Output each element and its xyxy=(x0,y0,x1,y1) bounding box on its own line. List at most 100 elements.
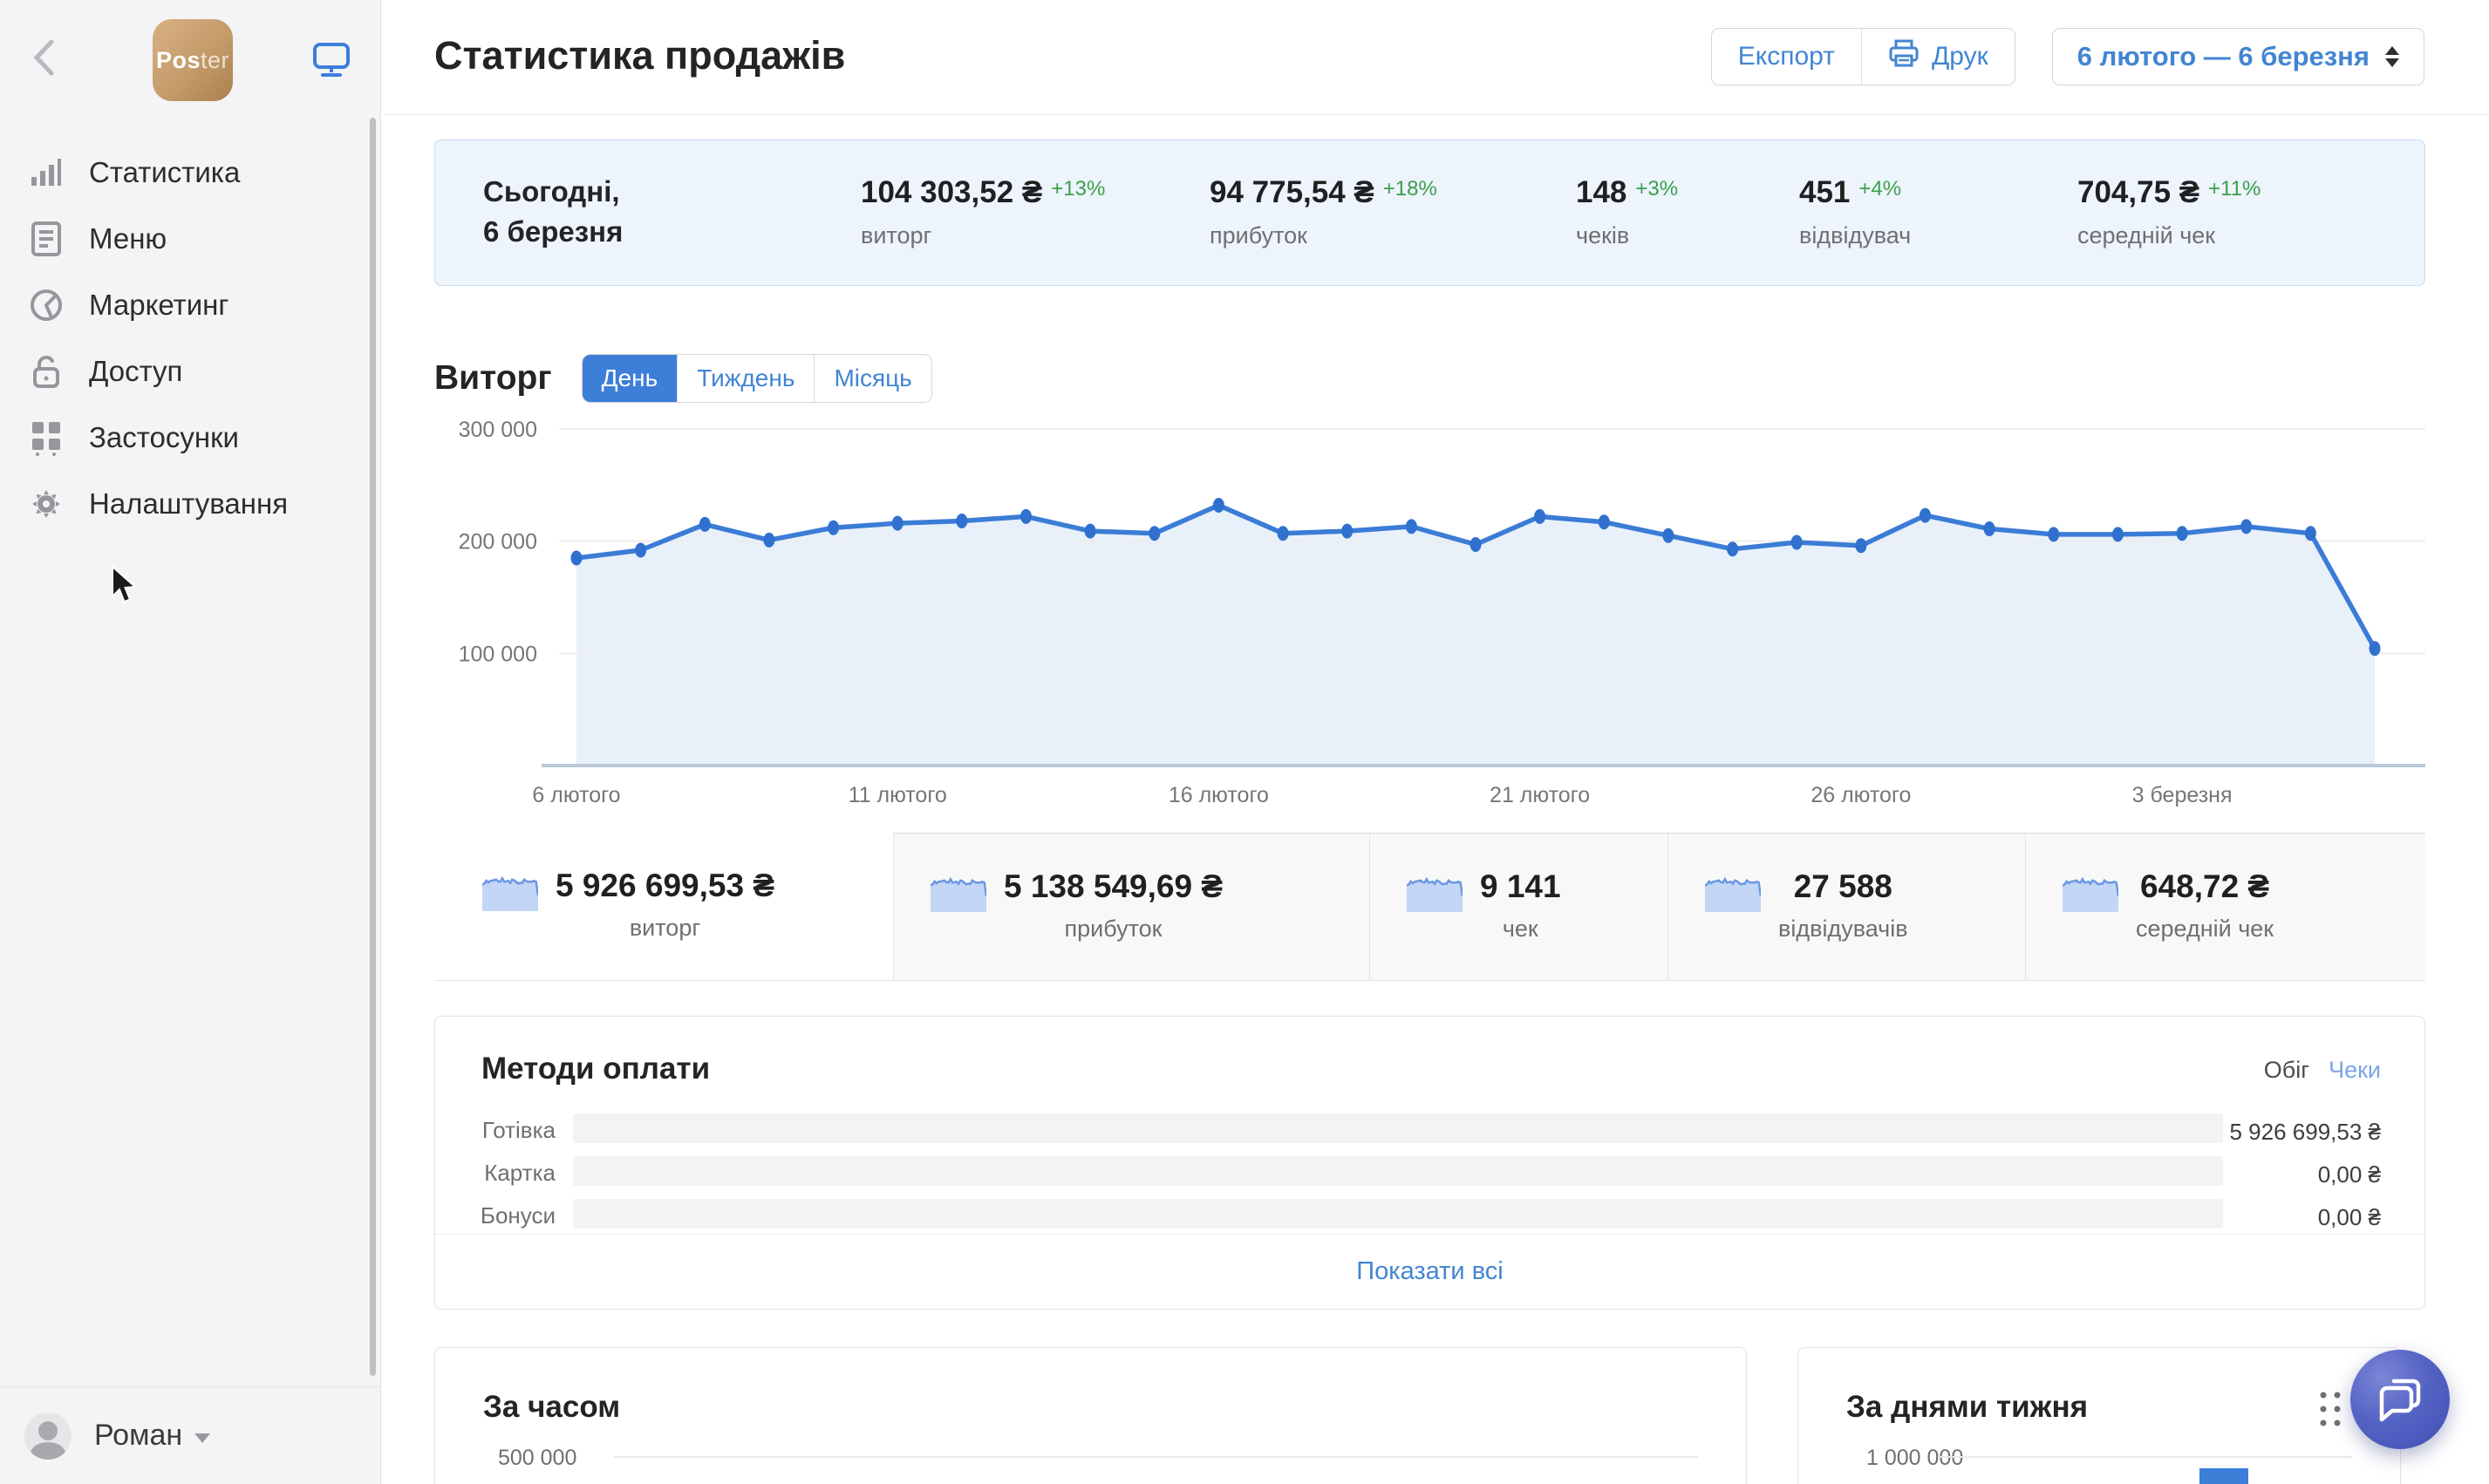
sidebar-item-statistics[interactable]: Статистика xyxy=(0,140,379,206)
show-all-link[interactable]: Показати всі xyxy=(435,1234,2424,1309)
revenue-chart-header: Виторг День Тиждень Місяць xyxy=(434,354,932,403)
today-metric-receipts: 148 +3% чеків xyxy=(1576,175,1678,249)
sparkline-icon xyxy=(1705,870,1761,914)
today-heading: Сьогодні, 6 березня xyxy=(483,172,623,252)
summary-card-revenue[interactable]: 5 926 699,53 ₴ виторг xyxy=(434,833,893,980)
metric-value: 148 xyxy=(1576,175,1626,210)
today-metric-visitors: 451+4% відвідувач xyxy=(1799,175,1911,249)
metric-delta: +18% xyxy=(1383,177,1437,201)
sidebar-item-settings[interactable]: Налаштування xyxy=(0,471,379,537)
sidebar-item-apps[interactable]: Застосунки xyxy=(0,405,379,471)
export-print-group: Експорт Друк xyxy=(1711,28,2015,85)
svg-text:21 лютого: 21 лютого xyxy=(1490,783,1590,807)
drag-handle-icon[interactable] xyxy=(2318,1390,2342,1434)
metric-value: 94 775,54 ₴ xyxy=(1210,175,1374,210)
sidebar-item-menu[interactable]: Меню xyxy=(0,206,379,272)
user-name: Роман xyxy=(94,1419,182,1453)
sidebar-item-label: Маркетинг xyxy=(89,289,228,322)
sidebar-scrollbar[interactable] xyxy=(370,118,376,1376)
logo-text-bold: Pos xyxy=(156,47,201,74)
summary-card-profit[interactable]: 5 138 549,69 ₴ прибуток xyxy=(893,833,1369,980)
by-weekday-title: За днями тижня xyxy=(1846,1390,2088,1425)
metric-label: чеків xyxy=(1576,222,1678,249)
chat-bubble-icon xyxy=(2375,1372,2425,1427)
today-metric-revenue: 104 303,52 ₴+13% виторг xyxy=(861,175,1105,249)
payment-label: Бонуси xyxy=(435,1202,556,1229)
payment-value: 0,00 ₴ xyxy=(2318,1204,2381,1231)
y-axis-label: 500 000 xyxy=(498,1446,576,1471)
payment-bar-track xyxy=(573,1199,2223,1229)
svg-text:100 000: 100 000 xyxy=(459,642,537,666)
gear-icon xyxy=(28,486,65,522)
gridline xyxy=(614,1456,1698,1458)
metric-delta: +11% xyxy=(2208,177,2261,201)
card-value: 648,72 ₴ xyxy=(2136,868,2274,905)
chat-button[interactable] xyxy=(2350,1350,2450,1449)
sidebar-item-access[interactable]: Доступ xyxy=(0,338,379,405)
tab-day[interactable]: День xyxy=(583,355,678,402)
print-button[interactable]: Друк xyxy=(1861,29,2015,85)
header-actions: Експорт Друк 6 лютого — 6 березня xyxy=(1711,28,2424,85)
tab-week[interactable]: Тиждень xyxy=(677,355,814,402)
terminal-button[interactable] xyxy=(310,40,352,82)
metric-value: 104 303,52 ₴ xyxy=(861,175,1042,210)
summary-card-avg-receipt[interactable]: 648,72 ₴ середній чек xyxy=(2025,833,2425,980)
payment-row-card: Картка 0,00 ₴ xyxy=(435,1149,2424,1192)
tab-label: Тиждень xyxy=(697,364,794,392)
sidebar: Poster Статистика Меню xyxy=(0,0,381,1484)
payment-value: 0,00 ₴ xyxy=(2318,1161,2381,1188)
metric-delta: +3% xyxy=(1635,177,1678,201)
metric-value: 451 xyxy=(1799,175,1850,210)
printer-icon xyxy=(1888,38,1920,75)
summary-card-visitors[interactable]: 27 588 відвідувачів xyxy=(1667,833,2025,980)
svg-text:16 лютого: 16 лютого xyxy=(1169,783,1269,807)
payment-methods-card: Методи оплати Обіг Чеки Готівка 5 926 69… xyxy=(434,1016,2425,1310)
user-menu[interactable]: Роман xyxy=(0,1386,380,1484)
summary-card-receipts[interactable]: 9 141 чек xyxy=(1369,833,1667,980)
by-weekday-card: За днями тижня 1 000 000 xyxy=(1797,1347,2401,1484)
today-metric-avg-receipt: 704,75 ₴+11% середній чек xyxy=(2077,175,2261,249)
y-axis-label: 1 000 000 xyxy=(1866,1446,1963,1471)
svg-text:11 лютого: 11 лютого xyxy=(849,783,947,807)
export-button[interactable]: Експорт xyxy=(1712,29,1861,85)
summary-cards: 5 926 699,53 ₴ виторг 5 138 549,69 ₴ при… xyxy=(434,833,2425,981)
date-range-label: 6 лютого — 6 березня xyxy=(2077,41,2370,72)
svg-text:3 березня: 3 березня xyxy=(2132,783,2233,807)
mode-turnover[interactable]: Обіг xyxy=(2264,1057,2309,1084)
sparkline-icon xyxy=(482,869,538,913)
date-range-picker[interactable]: 6 лютого — 6 березня xyxy=(2052,28,2424,85)
card-label: чек xyxy=(1480,916,1561,943)
main-content: Статистика продажів Експорт Друк 6 лютог… xyxy=(382,0,2489,1484)
pie-chart-icon xyxy=(28,287,65,323)
svg-text:300 000: 300 000 xyxy=(459,418,537,442)
bar-chart-icon xyxy=(28,154,65,191)
today-metric-profit: 94 775,54 ₴+18% прибуток xyxy=(1210,175,1437,249)
sidebar-item-marketing[interactable]: Маркетинг xyxy=(0,272,379,338)
sparkline-icon xyxy=(931,870,986,914)
tab-month[interactable]: Місяць xyxy=(814,355,931,402)
card-value: 9 141 xyxy=(1480,868,1561,905)
sidebar-nav: Статистика Меню Маркетинг Доступ xyxy=(0,140,379,537)
sort-arrows-icon xyxy=(2385,46,2399,67)
payment-label: Картка xyxy=(435,1160,556,1187)
revenue-chart: 300 000200 000100 0006 лютого11 лютого16… xyxy=(434,417,2425,809)
metric-label: виторг xyxy=(861,222,1105,249)
mode-receipts[interactable]: Чеки xyxy=(2329,1057,2381,1084)
lock-open-icon xyxy=(28,353,65,390)
sidebar-item-label: Застосунки xyxy=(89,421,239,454)
payment-methods-title: Методи оплати xyxy=(481,1052,710,1086)
metric-delta: +4% xyxy=(1858,177,1901,201)
poster-logo[interactable]: Poster xyxy=(153,19,233,101)
metric-label: середній чек xyxy=(2077,222,2261,249)
revenue-chart-title: Виторг xyxy=(434,359,552,398)
by-time-card: За часом 500 000 xyxy=(434,1347,1747,1484)
payment-rows: Готівка 5 926 699,53 ₴ Картка 0,00 ₴ Бон… xyxy=(435,1106,2424,1235)
payment-bar-track xyxy=(573,1113,2223,1143)
page-header: Статистика продажів Експорт Друк 6 лютог… xyxy=(382,0,2489,115)
tab-label: Місяць xyxy=(834,364,911,392)
today-heading-line1: Сьогодні, xyxy=(483,172,623,212)
chevron-left-icon xyxy=(32,38,55,81)
svg-text:200 000: 200 000 xyxy=(459,530,537,555)
back-button[interactable] xyxy=(24,40,63,78)
poster-dashboard: Poster Статистика Меню xyxy=(0,0,2489,1484)
